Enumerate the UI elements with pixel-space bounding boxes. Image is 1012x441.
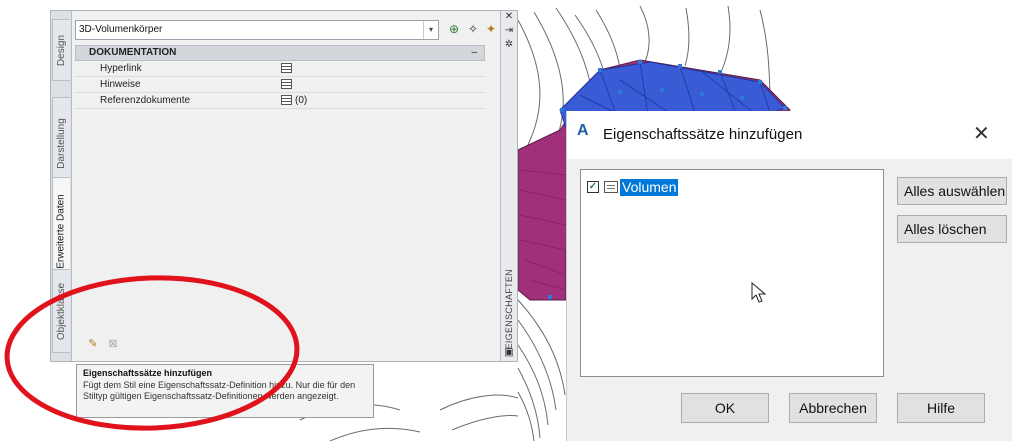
tab-erweiterte-daten-label: Erweiterte Daten xyxy=(56,193,68,269)
tab-darstellung[interactable]: Darstellung xyxy=(52,97,70,189)
table-icon xyxy=(281,95,292,106)
prop-row-referenzdokumente[interactable]: Referenzdokumente (0) xyxy=(75,93,485,109)
prop-value-text: (0) xyxy=(295,95,308,106)
add-properties-icon[interactable]: ⊕ xyxy=(446,21,462,37)
add-property-sets-dialog: A Eigenschaftssätze hinzufügen ✕ ✓ Volum… xyxy=(566,111,1012,441)
tab-darstellung-label: Darstellung xyxy=(56,117,67,169)
style-dropdown[interactable]: 3D-Volumenkörper ▾ xyxy=(75,20,439,40)
dialog-title: Eigenschaftssätze hinzufügen xyxy=(603,126,803,143)
remove-property-sets-icon[interactable]: ⊠ xyxy=(106,337,120,351)
tooltip: Eigenschaftssätze hinzufügen Fügt dem St… xyxy=(76,364,374,418)
close-icon[interactable]: ✕ xyxy=(501,11,517,23)
autohide-icon[interactable]: ⇥ xyxy=(501,25,517,37)
prop-value[interactable] xyxy=(281,61,295,76)
style-dropdown-value: 3D-Volumenkörper xyxy=(79,24,163,35)
prop-value[interactable]: (0) xyxy=(281,93,307,108)
list-item-label: Volumen xyxy=(620,178,679,196)
tab-objektklasse[interactable]: Objektklasse xyxy=(52,269,70,353)
table-icon xyxy=(281,63,292,74)
prop-name: Hyperlink xyxy=(100,63,142,74)
palette-side-tabs: Design Darstellung Erweiterte Daten Obje… xyxy=(51,11,72,361)
cancel-button[interactable]: Abbrechen xyxy=(789,393,877,423)
palette-title-strip: ✕ ⇥ ✲ EIGENSCHAFTEN ▣ xyxy=(500,11,517,361)
prop-name: Referenzdokumente xyxy=(100,95,191,106)
prop-row-hinweise[interactable]: Hinweise xyxy=(75,77,485,93)
quick-select-icon[interactable]: ✦ xyxy=(483,21,499,37)
properties-palette: Design Darstellung Erweiterte Daten Obje… xyxy=(50,10,518,362)
ok-button[interactable]: OK xyxy=(681,393,769,423)
help-button[interactable]: Hilfe xyxy=(897,393,985,423)
close-icon[interactable]: ✕ xyxy=(973,121,990,146)
property-set-list[interactable]: ✓ Volumen xyxy=(580,169,884,377)
collapse-icon[interactable]: – xyxy=(471,46,477,60)
prop-value[interactable] xyxy=(281,77,295,92)
prop-name: Hinweise xyxy=(100,79,141,90)
clear-all-button[interactable]: Alles löschen xyxy=(897,215,1007,243)
section-dokumentation[interactable]: DOKUMENTATION – xyxy=(75,45,485,61)
properties-icon[interactable]: ▣ xyxy=(501,347,517,359)
palette-body: 3D-Volumenkörper ▾ ⊕ ✧ ✦ DOKUMENTATION –… xyxy=(73,11,501,361)
dialog-titlebar[interactable]: A Eigenschaftssätze hinzufügen ✕ xyxy=(567,111,1012,159)
add-property-sets-icon[interactable]: ✎ xyxy=(86,337,100,351)
palette-title: EIGENSCHAFTEN xyxy=(504,269,514,350)
settings-icon[interactable]: ✲ xyxy=(501,39,517,51)
tab-objektklasse-label: Objektklasse xyxy=(56,282,67,340)
cad-workspace: Design Darstellung Erweiterte Daten Obje… xyxy=(0,0,1012,441)
checkbox-volumen[interactable]: ✓ xyxy=(587,181,599,193)
tooltip-title: Eigenschaftssätze hinzufügen xyxy=(83,368,213,378)
tooltip-body: Fügt dem Stil eine Eigenschaftssatz-Defi… xyxy=(83,380,356,401)
list-item[interactable]: ✓ Volumen xyxy=(587,178,679,196)
table-icon xyxy=(281,79,292,90)
mouse-cursor-icon xyxy=(751,282,767,303)
app-logo-icon: A xyxy=(577,122,589,139)
prop-row-hyperlink[interactable]: Hyperlink xyxy=(75,61,485,77)
property-set-icon xyxy=(604,181,618,193)
select-all-button[interactable]: Alles auswählen xyxy=(897,177,1007,205)
chevron-down-icon[interactable]: ▾ xyxy=(423,21,438,39)
tab-design-label: Design xyxy=(56,34,68,66)
tab-design[interactable]: Design xyxy=(52,19,70,81)
select-objects-icon[interactable]: ✧ xyxy=(465,21,481,37)
section-title: DOKUMENTATION xyxy=(89,47,177,58)
